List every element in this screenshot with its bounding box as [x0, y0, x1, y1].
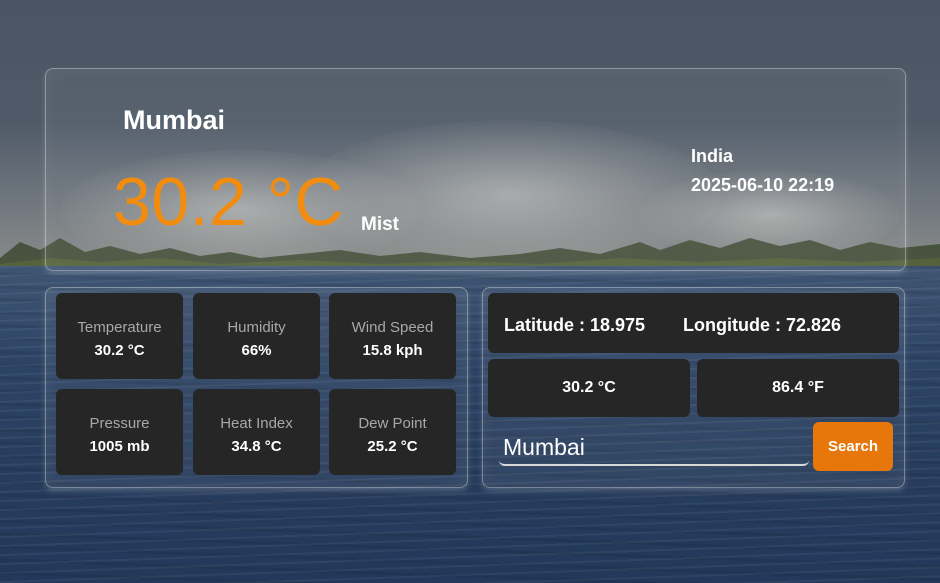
stat-card-wind-speed: Wind Speed 15.8 kph	[329, 293, 456, 379]
stat-value: 30.2 °C	[94, 342, 145, 359]
local-datetime: 2025-06-10 22:19	[691, 175, 835, 195]
current-temperature: 30.2 °C	[113, 164, 345, 240]
stat-label: Dew Point	[358, 415, 427, 432]
country-name: India	[691, 146, 734, 166]
coordinates-box: Latitude : 18.975 Longitude : 72.826	[488, 293, 899, 353]
fahrenheit-box: 86.4 °F	[697, 359, 899, 417]
stat-value: 1005 mb	[89, 438, 150, 455]
stat-value: 15.8 kph	[362, 342, 423, 359]
stat-label: Heat Index	[220, 415, 293, 432]
longitude: Longitude : 72.826	[683, 315, 842, 335]
stat-card-dew-point: Dew Point 25.2 °C	[329, 389, 456, 475]
stat-label: Humidity	[227, 319, 286, 336]
weather-condition: Mist	[361, 214, 399, 235]
stat-value: 66%	[241, 342, 272, 359]
stat-label: Wind Speed	[351, 319, 434, 336]
stat-value: 25.2 °C	[367, 438, 418, 455]
current-weather-panel: Mumbai 30.2 °C Mist India 2025-06-10 22:…	[45, 68, 906, 271]
city-name: Mumbai	[123, 105, 226, 135]
stat-card-humidity: Humidity 66%	[193, 293, 320, 379]
location-search-panel: Latitude : 18.975 Longitude : 72.826 30.…	[482, 287, 905, 488]
latitude: Latitude : 18.975	[504, 315, 646, 335]
stat-label: Pressure	[89, 415, 150, 432]
stat-card-pressure: Pressure 1005 mb	[56, 389, 183, 475]
celsius-box: 30.2 °C	[488, 359, 690, 417]
stat-card-temperature: Temperature 30.2 °C	[56, 293, 183, 379]
city-search-input[interactable]	[499, 430, 809, 466]
weather-stats-panel: Temperature 30.2 °C Humidity 66% Wind Sp…	[45, 287, 468, 488]
stat-label: Temperature	[77, 319, 162, 336]
stat-card-heat-index: Heat Index 34.8 °C	[193, 389, 320, 475]
search-button[interactable]: Search	[813, 422, 893, 471]
stat-value: 34.8 °C	[231, 438, 282, 455]
